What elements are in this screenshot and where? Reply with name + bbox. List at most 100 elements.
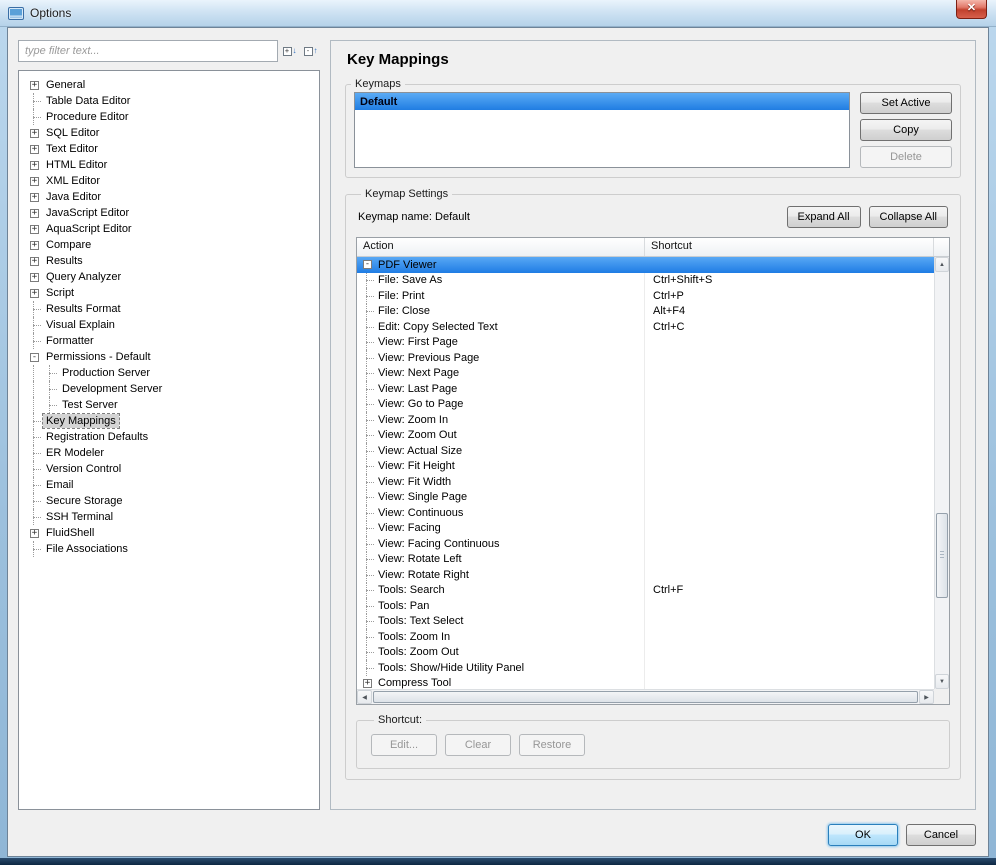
tree-item-label: Text Editor — [46, 143, 98, 155]
tree-item-query-analyzer[interactable]: + Query Analyzer — [27, 269, 319, 285]
keymap-row-edit-copy-selected-text[interactable]: Edit: Copy Selected Text Ctrl+C — [357, 319, 934, 335]
tree-item-results-format[interactable]: Results Format — [27, 301, 319, 317]
keymap-item-default[interactable]: Default — [355, 93, 849, 110]
expand-node-icon[interactable]: + — [30, 176, 39, 186]
cancel-button[interactable]: Cancel — [906, 824, 976, 846]
titlebar[interactable]: Options ✕ — [0, 0, 996, 27]
tree-item-html-editor[interactable]: + HTML Editor — [27, 157, 319, 173]
scroll-up-button[interactable]: ▲ — [935, 257, 949, 272]
tree-item-table-data-editor[interactable]: Table Data Editor — [27, 93, 319, 109]
vertical-scroll-track[interactable] — [935, 272, 949, 674]
keymap-row-view-single-page[interactable]: View: Single Page — [357, 489, 934, 505]
expand-node-icon[interactable]: + — [30, 528, 39, 538]
horizontal-scroll-track[interactable] — [372, 690, 919, 704]
column-header-action[interactable]: Action — [357, 238, 645, 256]
tree-item-file-associations[interactable]: File Associations — [27, 541, 319, 557]
expand-node-icon[interactable]: + — [363, 678, 372, 688]
tree-item-javascript-editor[interactable]: + JavaScript Editor — [27, 205, 319, 221]
close-button[interactable]: ✕ — [956, 0, 987, 19]
tree-item-version-control[interactable]: Version Control — [27, 461, 319, 477]
keymap-row-tools-show-hide-utility-panel[interactable]: Tools: Show/Hide Utility Panel — [357, 660, 934, 676]
expand-node-icon[interactable]: + — [30, 160, 39, 170]
keymap-row-tools-text-select[interactable]: Tools: Text Select — [357, 613, 934, 629]
keymap-row-pdf-viewer[interactable]: - PDF Viewer — [357, 257, 934, 273]
tree-item-aquascript-editor[interactable]: + AquaScript Editor — [27, 221, 319, 237]
tree-item-compare[interactable]: + Compare — [27, 237, 319, 253]
keymap-row-tools-pan[interactable]: Tools: Pan — [357, 598, 934, 614]
keymap-row-view-zoom-in[interactable]: View: Zoom In — [357, 412, 934, 428]
keymap-row-view-first-page[interactable]: View: First Page — [357, 334, 934, 350]
keymap-row-view-next-page[interactable]: View: Next Page — [357, 365, 934, 381]
keymap-row-tools-search[interactable]: Tools: Search Ctrl+F — [357, 582, 934, 598]
collapse-node-icon[interactable]: - — [363, 260, 372, 270]
expand-all-button[interactable]: Expand All — [786, 206, 861, 228]
expand-node-icon[interactable]: + — [30, 256, 39, 266]
tree-item-test-server[interactable]: Test Server — [27, 397, 319, 413]
keymap-row-view-zoom-out[interactable]: View: Zoom Out — [357, 427, 934, 443]
expand-node-icon[interactable]: + — [30, 192, 39, 202]
keymap-row-view-continuous[interactable]: View: Continuous — [357, 505, 934, 521]
horizontal-scrollbar[interactable]: ◀ ▶ — [357, 689, 934, 704]
scroll-left-button[interactable]: ◀ — [357, 690, 372, 704]
keymap-row-tools-zoom-out[interactable]: Tools: Zoom Out — [357, 644, 934, 660]
tree-item-procedure-editor[interactable]: Procedure Editor — [27, 109, 319, 125]
expand-node-icon[interactable]: + — [30, 208, 39, 218]
expand-node-icon[interactable]: + — [30, 128, 39, 138]
keymap-row-tools-zoom-in[interactable]: Tools: Zoom In — [357, 629, 934, 645]
ok-button[interactable]: OK — [828, 824, 898, 846]
tree-item-secure-storage[interactable]: Secure Storage — [27, 493, 319, 509]
keymap-row-view-actual-size[interactable]: View: Actual Size — [357, 443, 934, 459]
expand-node-icon[interactable]: + — [30, 288, 39, 298]
keymap-row-view-previous-page[interactable]: View: Previous Page — [357, 350, 934, 366]
expand-node-icon[interactable]: + — [30, 240, 39, 250]
scroll-right-button[interactable]: ▶ — [919, 690, 934, 704]
keymap-row-view-rotate-left[interactable]: View: Rotate Left — [357, 551, 934, 567]
copy-button[interactable]: Copy — [860, 119, 952, 141]
set-active-button[interactable]: Set Active — [860, 92, 952, 114]
vertical-scrollbar[interactable]: ▲ ▼ — [934, 257, 949, 689]
horizontal-scroll-thumb[interactable] — [373, 691, 918, 703]
collapse-all-tree-button[interactable]: - ↑ — [301, 41, 320, 61]
tree-item-key-mappings[interactable]: Key Mappings — [27, 413, 319, 429]
tree-item-script[interactable]: + Script — [27, 285, 319, 301]
column-header-shortcut[interactable]: Shortcut — [645, 238, 934, 256]
filter-input[interactable] — [18, 40, 278, 62]
tree-item-permissions-default[interactable]: - Permissions - Default — [27, 349, 319, 365]
tree-item-ssh-terminal[interactable]: SSH Terminal — [27, 509, 319, 525]
scroll-down-button[interactable]: ▼ — [935, 674, 949, 689]
keymap-row-file-save-as[interactable]: File: Save As Ctrl+Shift+S — [357, 272, 934, 288]
expand-all-tree-button[interactable]: + ↓ — [280, 41, 299, 61]
keymap-row-view-rotate-right[interactable]: View: Rotate Right — [357, 567, 934, 583]
vertical-scroll-thumb[interactable] — [936, 513, 948, 598]
expand-node-icon[interactable]: + — [30, 144, 39, 154]
tree-item-xml-editor[interactable]: + XML Editor — [27, 173, 319, 189]
keymap-row-file-close[interactable]: File: Close Alt+F4 — [357, 303, 934, 319]
keymap-row-compress-tool[interactable]: + Compress Tool — [357, 675, 934, 689]
expand-node-icon[interactable]: + — [30, 80, 39, 90]
keymaps-list[interactable]: Default — [354, 92, 850, 168]
tree-item-general[interactable]: + General — [27, 77, 319, 93]
tree-item-visual-explain[interactable]: Visual Explain — [27, 317, 319, 333]
tree-item-results[interactable]: + Results — [27, 253, 319, 269]
collapse-node-icon[interactable]: - — [30, 352, 39, 362]
keymap-row-view-last-page[interactable]: View: Last Page — [357, 381, 934, 397]
tree-item-text-editor[interactable]: + Text Editor — [27, 141, 319, 157]
tree-item-er-modeler[interactable]: ER Modeler — [27, 445, 319, 461]
expand-node-icon[interactable]: + — [30, 272, 39, 282]
expand-node-icon[interactable]: + — [30, 224, 39, 234]
tree-item-fluidshell[interactable]: + FluidShell — [27, 525, 319, 541]
tree-item-java-editor[interactable]: + Java Editor — [27, 189, 319, 205]
tree-item-registration-defaults[interactable]: Registration Defaults — [27, 429, 319, 445]
tree-item-development-server[interactable]: Development Server — [27, 381, 319, 397]
keymap-row-view-go-to-page[interactable]: View: Go to Page — [357, 396, 934, 412]
tree-item-production-server[interactable]: Production Server — [27, 365, 319, 381]
keymap-row-view-facing[interactable]: View: Facing — [357, 520, 934, 536]
keymap-row-view-facing-continuous[interactable]: View: Facing Continuous — [357, 536, 934, 552]
keymap-row-file-print[interactable]: File: Print Ctrl+P — [357, 288, 934, 304]
tree-item-formatter[interactable]: Formatter — [27, 333, 319, 349]
keymap-row-view-fit-width[interactable]: View: Fit Width — [357, 474, 934, 490]
collapse-all-button[interactable]: Collapse All — [868, 206, 948, 228]
keymap-row-view-fit-height[interactable]: View: Fit Height — [357, 458, 934, 474]
tree-item-email[interactable]: Email — [27, 477, 319, 493]
tree-item-sql-editor[interactable]: + SQL Editor — [27, 125, 319, 141]
